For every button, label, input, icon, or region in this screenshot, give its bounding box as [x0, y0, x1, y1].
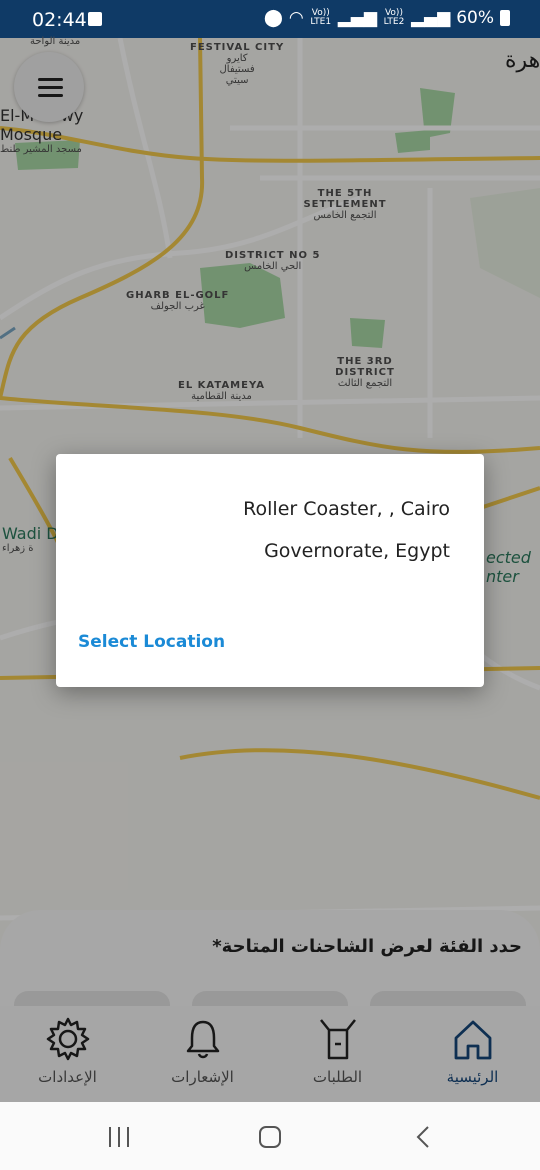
signal2-icon: ▂▄▆ — [410, 8, 451, 28]
lte1-indicator: Vo)) LTE1 — [310, 8, 332, 27]
signal1-icon: ▂▄▆ — [337, 8, 377, 28]
battery-percent: 60% — [456, 8, 494, 28]
checkmark-notification-icon — [88, 12, 102, 26]
battery-icon — [500, 10, 510, 26]
status-indicators: ⬤ ◠ Vo)) LTE1 ▂▄▆ Vo)) LTE2 ▂▄▆ 60% — [264, 8, 510, 28]
system-navigation-bar — [0, 1102, 540, 1170]
lte2-indicator: Vo)) LTE2 — [383, 8, 405, 27]
dialog-address: Roller Coaster, , Cairo Governorate, Egy… — [243, 498, 450, 562]
recent-apps-icon — [109, 1127, 129, 1147]
system-nav-icons — [109, 1126, 429, 1148]
select-location-button[interactable]: Select Location — [78, 632, 225, 652]
location-dialog: Roller Coaster, , Cairo Governorate, Egy… — [56, 454, 484, 687]
status-time: 02:44 — [32, 9, 87, 31]
status-bar: 02:44 ⬤ ◠ Vo)) LTE1 ▂▄▆ Vo)) LTE2 ▂▄▆ 60… — [0, 0, 540, 38]
wifi-icon: ◠ — [288, 8, 304, 28]
back-icon — [416, 1126, 429, 1148]
home-system-icon — [259, 1126, 281, 1148]
location-icon: ⬤ — [263, 8, 283, 28]
